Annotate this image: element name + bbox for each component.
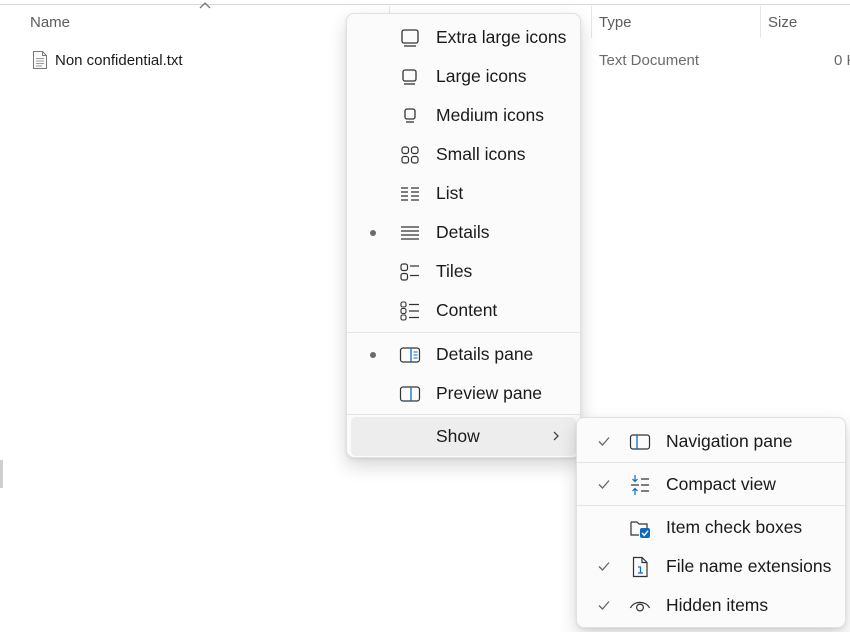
menu-separator: [347, 332, 580, 333]
file-type: Text Document: [599, 52, 700, 69]
menu-item-show[interactable]: Show: [351, 417, 576, 456]
menu-item-label: Extra large icons: [436, 27, 567, 47]
list-icon: [401, 187, 419, 201]
menu-item-label: Content: [436, 300, 498, 320]
menu-item-content[interactable]: Content: [347, 291, 580, 330]
checkmark-icon: [598, 562, 610, 571]
menu-item-label: Tiles: [436, 261, 473, 281]
menu-item-compact-view[interactable]: Compact view: [577, 465, 845, 504]
menu-item-list[interactable]: List: [347, 174, 580, 213]
text-file-icon: [33, 51, 47, 69]
menu-item-small-icons[interactable]: Small icons: [347, 135, 580, 174]
checkmark-icon: [598, 480, 610, 489]
menu-item-extra-large-icons[interactable]: Extra large icons: [347, 18, 580, 57]
small-icons-icon: [401, 146, 419, 164]
details-pane-icon: [399, 347, 421, 363]
sort-ascending-icon: [199, 2, 211, 9]
menu-item-details[interactable]: Details: [347, 213, 580, 252]
chevron-right-icon: [553, 431, 559, 441]
file-size: 0 K: [834, 52, 850, 69]
menu-item-label: Hidden items: [666, 595, 769, 615]
menu-item-label: Item check boxes: [666, 517, 803, 537]
preview-pane-icon: [399, 386, 421, 402]
details-icon: [401, 226, 419, 240]
show-submenu: Navigation pane Compact view Item check …: [576, 417, 846, 628]
extra-large-icons-icon: [401, 29, 419, 47]
tiles-icon: [400, 263, 419, 281]
menu-separator: [347, 414, 580, 415]
column-header-size[interactable]: Size: [768, 14, 797, 34]
menu-separator: [577, 505, 845, 506]
menu-item-label: Preview pane: [436, 383, 543, 403]
content-icon: [400, 301, 419, 321]
large-icons-icon: [402, 69, 417, 85]
menu-item-label: Medium icons: [436, 105, 544, 125]
menu-item-hidden-items[interactable]: Hidden items: [577, 586, 845, 625]
view-menu: Extra large icons Large icons Medium ico…: [346, 13, 581, 458]
menu-item-label: Navigation pane: [666, 431, 793, 451]
splitter-handle[interactable]: [0, 460, 3, 488]
menu-item-label: Show: [436, 426, 480, 446]
menu-item-label: List: [436, 183, 464, 203]
menu-item-file-name-extensions[interactable]: File name extensions: [577, 547, 845, 586]
file-name: Non confidential.txt: [55, 52, 183, 69]
selected-bullet: [370, 352, 376, 358]
menu-item-navigation-pane[interactable]: Navigation pane: [577, 422, 845, 461]
menu-separator: [577, 462, 845, 463]
top-divider: [0, 4, 850, 5]
menu-item-label: File name extensions: [666, 556, 832, 576]
menu-item-label: Large icons: [436, 66, 527, 86]
compact-view-icon: [631, 475, 649, 495]
menu-item-item-check-boxes[interactable]: Item check boxes: [577, 508, 845, 547]
checkmark-icon: [598, 601, 610, 610]
medium-icons-icon: [404, 108, 416, 123]
item-check-boxes-icon: [630, 521, 650, 538]
column-header-type[interactable]: Type: [599, 14, 632, 34]
menu-item-tiles[interactable]: Tiles: [347, 252, 580, 291]
selected-bullet: [370, 230, 376, 236]
menu-item-details-pane[interactable]: Details pane: [347, 335, 580, 374]
menu-item-label: Small icons: [436, 144, 526, 164]
checkmark-icon: [598, 437, 610, 446]
column-divider[interactable]: [591, 6, 592, 38]
menu-item-label: Compact view: [666, 474, 776, 494]
menu-item-label: Details pane: [436, 344, 534, 364]
menu-item-label: Details: [436, 222, 490, 242]
menu-item-medium-icons[interactable]: Medium icons: [347, 96, 580, 135]
file-name-extensions-icon: [632, 556, 648, 578]
column-divider[interactable]: [760, 6, 761, 38]
navigation-pane-icon: [629, 434, 651, 450]
menu-item-large-icons[interactable]: Large icons: [347, 57, 580, 96]
menu-item-preview-pane[interactable]: Preview pane: [347, 374, 580, 413]
column-header-name[interactable]: Name: [30, 14, 70, 34]
hidden-items-icon: [629, 601, 651, 612]
